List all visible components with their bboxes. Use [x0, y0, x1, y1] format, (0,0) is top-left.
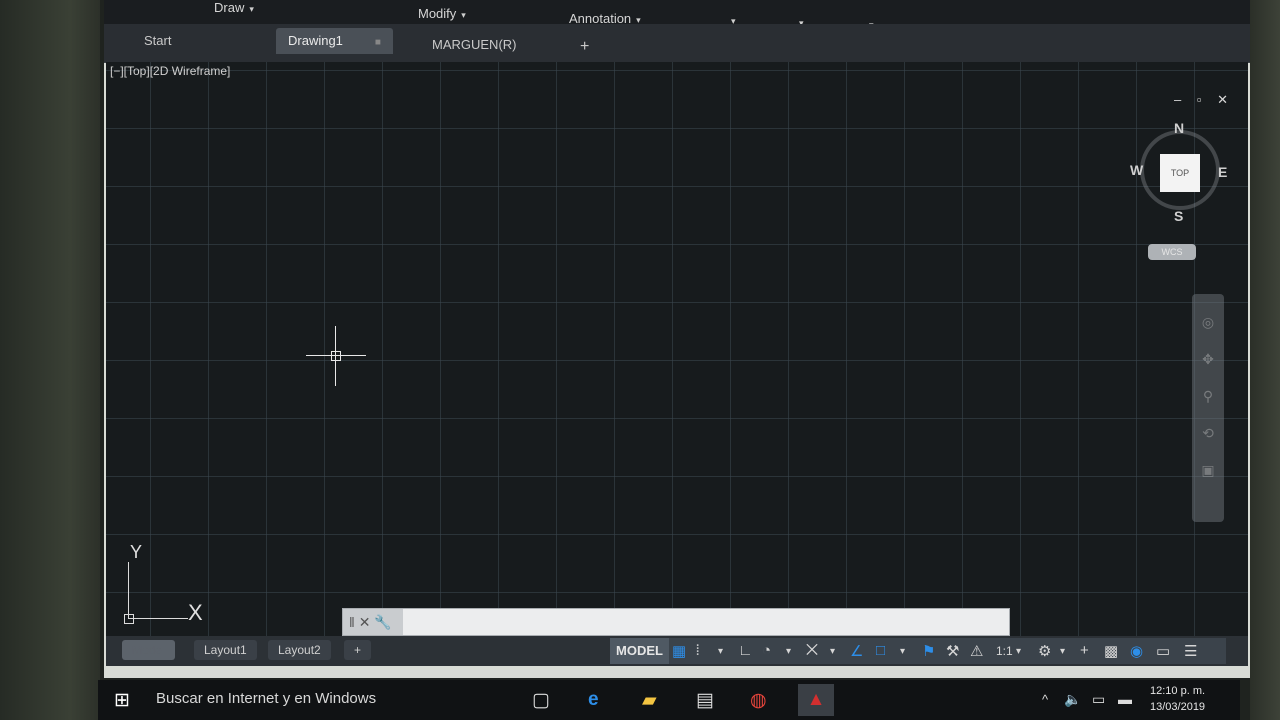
- chevron-down-icon[interactable]: ▾: [718, 646, 723, 657]
- viewport-window-controls[interactable]: – ▫ ✕: [1174, 92, 1234, 108]
- annotation-scale-icon[interactable]: ⚠: [970, 642, 983, 660]
- ribbon-panel-modify[interactable]: Modify ▾: [418, 6, 466, 21]
- ucs-x-label: X: [188, 600, 203, 625]
- isodraft-icon[interactable]: ⨉: [806, 642, 818, 659]
- ribbon: Draw▾ Modify▾ Annotation▾ ▾ ▾ ▾ ▾ ▾ ▾ ▾: [104, 0, 1250, 38]
- chevron-down-icon: ▾: [461, 10, 466, 20]
- grid-icon[interactable]: ▦: [672, 642, 686, 660]
- units-icon[interactable]: ▩: [1104, 642, 1118, 660]
- tab-marguen[interactable]: MARGUEN(R): [420, 32, 529, 58]
- object-snap-tracking-icon[interactable]: ∠: [850, 642, 863, 660]
- ribbon-panel-label: Draw: [214, 0, 245, 15]
- crosshair-cursor: [306, 326, 366, 386]
- object-snap-icon[interactable]: □: [876, 642, 885, 659]
- snap-icon[interactable]: ⦙: [696, 642, 699, 659]
- volume-icon[interactable]: 🔈: [1064, 691, 1081, 708]
- compass-east[interactable]: E: [1218, 164, 1227, 180]
- pan-icon[interactable]: ✥: [1192, 351, 1224, 368]
- customization-menu-icon[interactable]: ☰: [1184, 642, 1197, 660]
- chevron-down-icon: ▾: [249, 4, 254, 14]
- compass-south[interactable]: S: [1174, 208, 1183, 224]
- tab-layout1[interactable]: Layout1: [194, 640, 257, 660]
- status-bar: Model Layout1 Layout2 + MODEL ▦ ⦙ ▾ ∟ ◔ …: [106, 636, 1248, 666]
- tab-label: Drawing1: [288, 33, 343, 48]
- orbit-icon[interactable]: ⟲: [1192, 425, 1224, 442]
- wcs-menu[interactable]: WCS: [1148, 244, 1196, 260]
- auto-scale-icon[interactable]: ⚒: [946, 642, 959, 660]
- showmotion-icon[interactable]: ▣: [1192, 462, 1224, 479]
- clean-screen-icon[interactable]: ▭: [1156, 642, 1170, 660]
- chevron-down-icon[interactable]: ▾: [900, 646, 905, 657]
- task-view-icon[interactable]: ▢: [532, 689, 550, 712]
- command-line: ‖ ✕ 🔧: [342, 608, 1010, 636]
- scale-readout[interactable]: 1:1: [996, 644, 1013, 658]
- workspace-gear-icon[interactable]: ⚙: [1038, 642, 1051, 660]
- viewcube-top-face[interactable]: TOP: [1160, 154, 1200, 192]
- model-space-button[interactable]: MODEL: [610, 638, 669, 664]
- steering-wheel-icon[interactable]: ◎: [1192, 314, 1224, 331]
- zoom-icon[interactable]: ⚲: [1192, 388, 1224, 405]
- notifications-icon[interactable]: ▬: [1118, 691, 1132, 707]
- polar-icon[interactable]: ◔: [762, 642, 771, 659]
- tab-drawing1[interactable]: Drawing1 ■: [276, 28, 393, 54]
- chevron-down-icon[interactable]: ▾: [1016, 646, 1021, 657]
- ucs-y-axis: [128, 562, 129, 618]
- autocad-app-icon[interactable]: ▲: [798, 684, 834, 716]
- status-tray: MODEL ▦ ⦙ ▾ ∟ ◔ ▾ ⨉ ▾ ∠ □ ▾ ⚑ ⚒ ⚠ 1:1 ▾ …: [610, 638, 1226, 664]
- edge-browser-icon[interactable]: e: [588, 689, 599, 711]
- chevron-down-icon[interactable]: ▾: [830, 646, 835, 657]
- command-line-tools: ‖ ✕ 🔧: [343, 609, 403, 635]
- ribbon-panel-draw[interactable]: Draw ▾: [214, 0, 254, 15]
- compass-north[interactable]: N: [1174, 120, 1184, 136]
- annotation-monitor-icon[interactable]: +: [1080, 642, 1089, 659]
- clock-date: 13/03/2019: [1150, 701, 1206, 713]
- tab-layout2[interactable]: Layout2: [268, 640, 331, 660]
- taskbar-clock[interactable]: 12:10 p. m. 13/03/2019: [1150, 683, 1205, 715]
- tab-start[interactable]: Start: [132, 28, 183, 54]
- ucs-icon: Y X: [120, 542, 210, 625]
- ucs-y-label: Y: [130, 542, 143, 562]
- chevron-down-icon[interactable]: ▾: [1060, 646, 1065, 657]
- network-icon[interactable]: ▭: [1092, 691, 1105, 708]
- wrench-icon[interactable]: 🔧: [374, 614, 391, 630]
- tab-model[interactable]: Model: [122, 640, 175, 660]
- isolate-objects-icon[interactable]: ◉: [1130, 642, 1143, 660]
- drag-handle-icon[interactable]: ‖: [349, 614, 355, 630]
- clock-time: 12:10 p. m.: [1150, 685, 1206, 697]
- file-tab-bar: Start Drawing1 ■ MARGUEN(R) +: [104, 24, 1250, 63]
- new-tab-button[interactable]: +: [568, 34, 601, 60]
- ucs-origin: [124, 614, 134, 624]
- taskbar-search[interactable]: Buscar en Internet y en Windows: [156, 690, 376, 707]
- file-explorer-icon[interactable]: ▰: [642, 689, 657, 712]
- viewport-controls[interactable]: [−][Top][2D Wireframe]: [110, 64, 230, 78]
- tray-expand-icon[interactable]: ^: [1042, 692, 1048, 707]
- ucs-x-axis: [128, 618, 188, 619]
- command-input[interactable]: [405, 612, 999, 632]
- windows-taskbar: ⊞ Buscar en Internet y en Windows ▢ e ▰ …: [98, 680, 1240, 720]
- windows-start-icon[interactable]: ⊞: [114, 689, 130, 712]
- viewcube[interactable]: TOP N S E W: [1130, 120, 1230, 224]
- chrome-icon[interactable]: ◍: [750, 689, 767, 712]
- drawing-viewport[interactable]: [−][Top][2D Wireframe] – ▫ ✕ TOP N S E W…: [106, 62, 1248, 636]
- store-icon[interactable]: ▤: [696, 689, 714, 712]
- pickbox: [331, 351, 341, 361]
- tab-menu-icon[interactable]: ■: [375, 37, 381, 48]
- add-layout-button[interactable]: +: [344, 640, 372, 660]
- monitor-bezel-right: [1250, 0, 1280, 720]
- ortho-icon[interactable]: ∟: [738, 642, 753, 659]
- close-icon[interactable]: ✕: [359, 614, 371, 630]
- navigation-bar[interactable]: ◎ ✥ ⚲ ⟲ ▣: [1192, 294, 1224, 522]
- autocad-window: Draw▾ Modify▾ Annotation▾ ▾ ▾ ▾ ▾ ▾ ▾ ▾ …: [104, 0, 1250, 678]
- chevron-down-icon[interactable]: ▾: [786, 646, 791, 657]
- annotation-visibility-icon[interactable]: ⚑: [922, 642, 935, 660]
- ribbon-panel-label: Modify: [418, 6, 457, 21]
- monitor-bezel-left: [0, 0, 100, 720]
- compass-west[interactable]: W: [1130, 162, 1143, 178]
